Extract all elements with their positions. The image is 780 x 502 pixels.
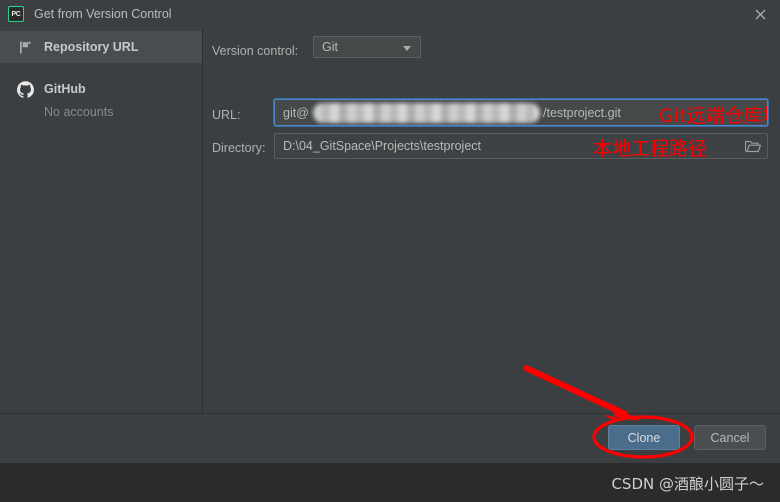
github-icon — [16, 80, 34, 98]
url-input[interactable]: git@ /testproject.git Git远端仓库地址 — [273, 98, 769, 127]
branch-glyph — [19, 40, 31, 53]
form-panel: Version control: Git URL: git@ /testproj… — [203, 28, 780, 413]
chevron-down-icon — [403, 46, 411, 51]
sidebar-item-label: GitHub — [44, 82, 86, 96]
url-prefix-text: git@ — [283, 106, 309, 120]
pycharm-logo-icon: PC — [8, 6, 24, 22]
version-control-value: Git — [322, 40, 338, 54]
sidebar-item-github[interactable]: GitHub No accounts — [0, 73, 202, 123]
dialog-window: PC Get from Version Control Repository U… — [0, 0, 780, 502]
directory-annotation-text: 本地工程路径 — [593, 138, 708, 160]
url-redaction-blur — [313, 103, 540, 123]
version-control-label: Version control: — [212, 44, 299, 58]
url-annotation-text: Git远端仓库地址 — [659, 105, 767, 126]
directory-value-text: D:\04_GitSpace\Projects\testproject — [283, 139, 482, 153]
close-glyph — [755, 9, 765, 19]
window-title: Get from Version Control — [34, 7, 172, 21]
branch-icon — [16, 38, 34, 56]
sidebar-item-label: Repository URL — [44, 40, 139, 54]
directory-label: Directory: — [212, 141, 266, 155]
watermark-text: CSDN @酒酿小圆子～ — [611, 475, 764, 493]
watermark-bar: CSDN @酒酿小圆子～ — [0, 463, 780, 502]
directory-input[interactable]: D:\04_GitSpace\Projects\testproject 本地工程… — [274, 133, 768, 160]
sidebar-item-row: Repository URL — [16, 31, 202, 63]
sidebar-item-repository-url[interactable]: Repository URL — [0, 31, 202, 63]
github-glyph — [16, 80, 34, 98]
url-suffix-text: /testproject.git — [543, 106, 621, 120]
folder-icon[interactable] — [744, 139, 761, 154]
clone-button[interactable]: Clone — [608, 425, 680, 450]
sidebar-item-row: GitHub — [16, 73, 202, 105]
cancel-button[interactable]: Cancel — [694, 425, 766, 450]
title-bar: PC Get from Version Control — [0, 0, 780, 28]
close-icon[interactable] — [740, 0, 780, 28]
dialog-body: Repository URL GitHub No accounts Versio… — [0, 28, 780, 413]
folder-glyph — [744, 140, 761, 153]
url-label: URL: — [212, 108, 241, 122]
sidebar-item-sublabel: No accounts — [44, 105, 114, 119]
sidebar: Repository URL GitHub No accounts — [0, 28, 203, 413]
app-icon-label: PC — [11, 10, 21, 18]
version-control-select[interactable]: Git — [313, 36, 421, 58]
